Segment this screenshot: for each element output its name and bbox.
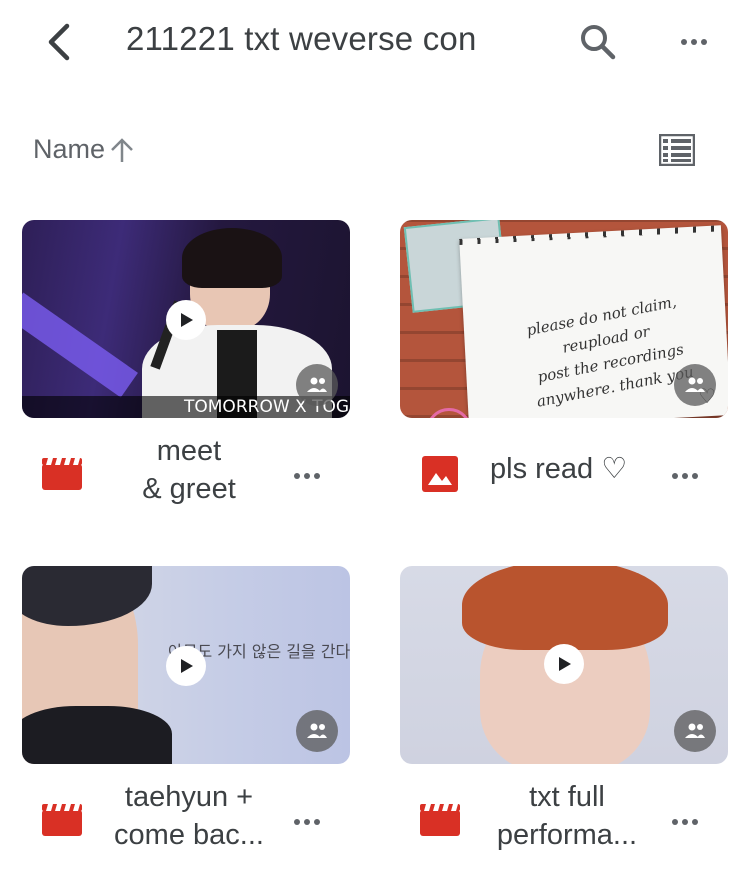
file-name: txt full performa... [480,778,654,854]
file-thumbnail[interactable]: 아무도 가지 않은 길을 간다는 건 [22,566,350,764]
chevron-left-icon [48,23,70,61]
video-file-icon [42,458,82,490]
play-icon [181,659,193,673]
more-horizontal-icon [672,819,698,825]
more-horizontal-icon [294,819,320,825]
person-hair [182,228,282,288]
file-more-button[interactable] [660,462,710,490]
file-more-button[interactable] [660,808,710,836]
search-icon [581,25,616,60]
search-button[interactable] [574,16,622,68]
sort-by-name-button[interactable]: Name [33,134,135,165]
file-name-line2: & greet [142,473,236,505]
more-horizontal-icon [294,473,320,479]
file-name: pls read ♡ [490,453,628,485]
file-name-line1: meet [156,435,222,467]
arrow-up-icon [111,137,133,162]
image-file-icon [422,456,458,492]
file-thumbnail[interactable]: please do not claim, reupload or post th… [400,220,728,418]
file-thumbnail[interactable]: TOMORROW X TOGE [22,220,350,418]
shared-badge [296,364,338,406]
file-name-line2: come bac... [114,819,264,851]
file-more-button[interactable] [282,808,332,836]
list-view-toggle[interactable] [654,130,700,170]
play-icon [181,313,193,327]
top-app-bar: 211221 txt weverse con [0,0,749,84]
file-more-button[interactable] [282,462,332,490]
file-info: taehyun + come bac... [22,776,350,856]
back-button[interactable] [34,16,82,68]
video-file-icon [42,804,82,836]
people-icon [307,723,327,738]
shared-badge [674,364,716,406]
file-info: meet & greet [22,430,350,510]
more-horizontal-icon [672,473,698,479]
stage-light [22,292,138,398]
people-icon [307,377,327,392]
sort-label: Name [33,134,106,164]
file-name: meet & greet [102,432,276,508]
people-icon [685,723,705,738]
more-horizontal-icon [681,39,707,45]
sort-bar: Name [0,120,749,180]
shared-badge [674,710,716,752]
file-name-line2: performa... [496,819,638,851]
file-info: txt full performa... [400,776,728,856]
people-icon [685,377,705,392]
play-button[interactable] [166,646,206,686]
file-info: pls read ♡ [400,430,728,510]
file-name-line1: taehyun + [124,781,254,813]
more-options-button[interactable] [668,20,720,64]
play-button[interactable] [544,644,584,684]
play-button[interactable] [166,300,206,340]
file-name: taehyun + come bac... [102,778,276,854]
person-hair [462,566,668,650]
folder-title: 211221 txt weverse con [126,20,477,57]
file-thumbnail[interactable] [400,566,728,764]
file-name-line1: txt full [529,781,605,813]
play-icon [559,657,571,671]
person-clothes [22,706,172,764]
list-view-icon [659,134,695,166]
shared-badge [296,710,338,752]
video-file-icon [420,804,460,836]
